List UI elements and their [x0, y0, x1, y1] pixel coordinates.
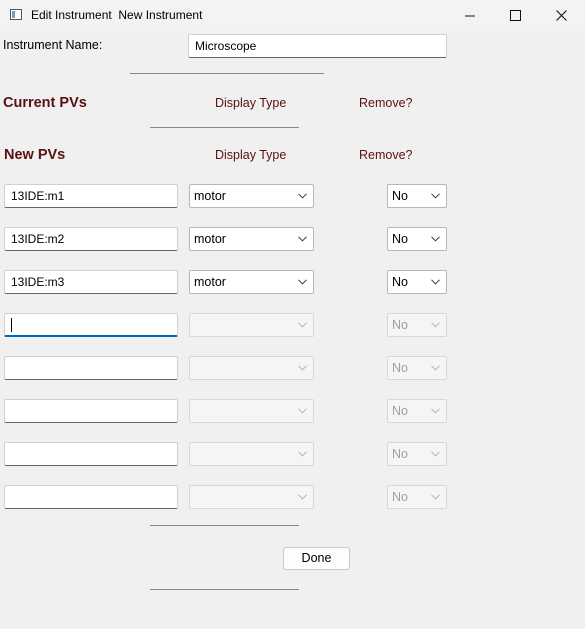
- new-pvs-header: New PVs: [4, 147, 66, 163]
- pv-name-value: 13IDE:m1: [11, 189, 65, 203]
- display-type-select[interactable]: motor: [189, 270, 314, 294]
- separator: [150, 589, 299, 590]
- current-pvs-header: Current PVs: [3, 95, 87, 111]
- display-type-select[interactable]: [189, 485, 314, 509]
- display-type-select[interactable]: [189, 442, 314, 466]
- display-type-value: motor: [194, 189, 226, 203]
- current-display-type-header: Display Type: [215, 96, 287, 110]
- chevron-down-icon: [431, 408, 440, 414]
- chevron-down-icon: [298, 451, 307, 457]
- display-type-select[interactable]: motor: [189, 184, 314, 208]
- pv-name-input[interactable]: 13IDE:m2: [4, 227, 178, 251]
- remove-select[interactable]: No: [387, 313, 447, 337]
- remove-value: No: [392, 232, 408, 246]
- chevron-down-icon: [298, 279, 307, 285]
- text-caret: [11, 318, 12, 332]
- chevron-down-icon: [431, 365, 440, 371]
- display-type-select[interactable]: [189, 313, 314, 337]
- display-type-select[interactable]: [189, 399, 314, 423]
- display-type-value: motor: [194, 275, 226, 289]
- chevron-down-icon: [431, 451, 440, 457]
- chevron-down-icon: [431, 193, 440, 199]
- chevron-down-icon: [298, 236, 307, 242]
- chevron-down-icon: [431, 279, 440, 285]
- chevron-down-icon: [298, 494, 307, 500]
- display-type-select[interactable]: motor: [189, 227, 314, 251]
- pv-name-value: 13IDE:m3: [11, 275, 65, 289]
- remove-select[interactable]: No: [387, 227, 447, 251]
- pv-name-value: 13IDE:m2: [11, 232, 65, 246]
- remove-select[interactable]: No: [387, 485, 447, 509]
- title-bar[interactable]: Edit Instrument New Instrument: [0, 0, 585, 31]
- remove-select[interactable]: No: [387, 270, 447, 294]
- display-type-value: motor: [194, 232, 226, 246]
- chevron-down-icon: [431, 494, 440, 500]
- remove-select[interactable]: No: [387, 442, 447, 466]
- pv-name-input[interactable]: 13IDE:m1: [4, 184, 178, 208]
- pv-name-input[interactable]: [4, 442, 178, 466]
- new-display-type-header: Display Type: [215, 148, 287, 162]
- remove-value: No: [392, 447, 408, 461]
- chevron-down-icon: [298, 193, 307, 199]
- maximize-button[interactable]: [492, 0, 538, 31]
- pv-name-input[interactable]: 13IDE:m3: [4, 270, 178, 294]
- window-title: Edit Instrument New Instrument: [31, 8, 203, 22]
- remove-value: No: [392, 490, 408, 504]
- chevron-down-icon: [298, 322, 307, 328]
- instrument-name-label: Instrument Name:: [3, 38, 103, 52]
- close-icon: [555, 10, 567, 21]
- maximize-icon: [509, 10, 521, 21]
- close-button[interactable]: [538, 0, 584, 31]
- pv-name-input[interactable]: [4, 313, 178, 337]
- chevron-down-icon: [298, 365, 307, 371]
- remove-select[interactable]: No: [387, 356, 447, 380]
- separator: [130, 73, 324, 74]
- chevron-down-icon: [431, 236, 440, 242]
- separator: [150, 127, 299, 128]
- current-remove-header: Remove?: [359, 96, 413, 110]
- remove-value: No: [392, 318, 408, 332]
- app-window-icon: [10, 9, 22, 20]
- minimize-icon: [465, 15, 475, 16]
- remove-value: No: [392, 361, 408, 375]
- done-button[interactable]: Done: [283, 547, 350, 570]
- remove-value: No: [392, 404, 408, 418]
- new-remove-header: Remove?: [359, 148, 413, 162]
- separator: [150, 525, 299, 526]
- remove-select[interactable]: No: [387, 399, 447, 423]
- remove-value: No: [392, 189, 408, 203]
- display-type-select[interactable]: [189, 356, 314, 380]
- pv-name-input[interactable]: [4, 485, 178, 509]
- pv-name-input[interactable]: [4, 399, 178, 423]
- instrument-name-input[interactable]: Microscope: [188, 34, 447, 58]
- remove-select[interactable]: No: [387, 184, 447, 208]
- minimize-button[interactable]: [447, 0, 493, 31]
- chevron-down-icon: [298, 408, 307, 414]
- pv-name-input[interactable]: [4, 356, 178, 380]
- remove-value: No: [392, 275, 408, 289]
- chevron-down-icon: [431, 322, 440, 328]
